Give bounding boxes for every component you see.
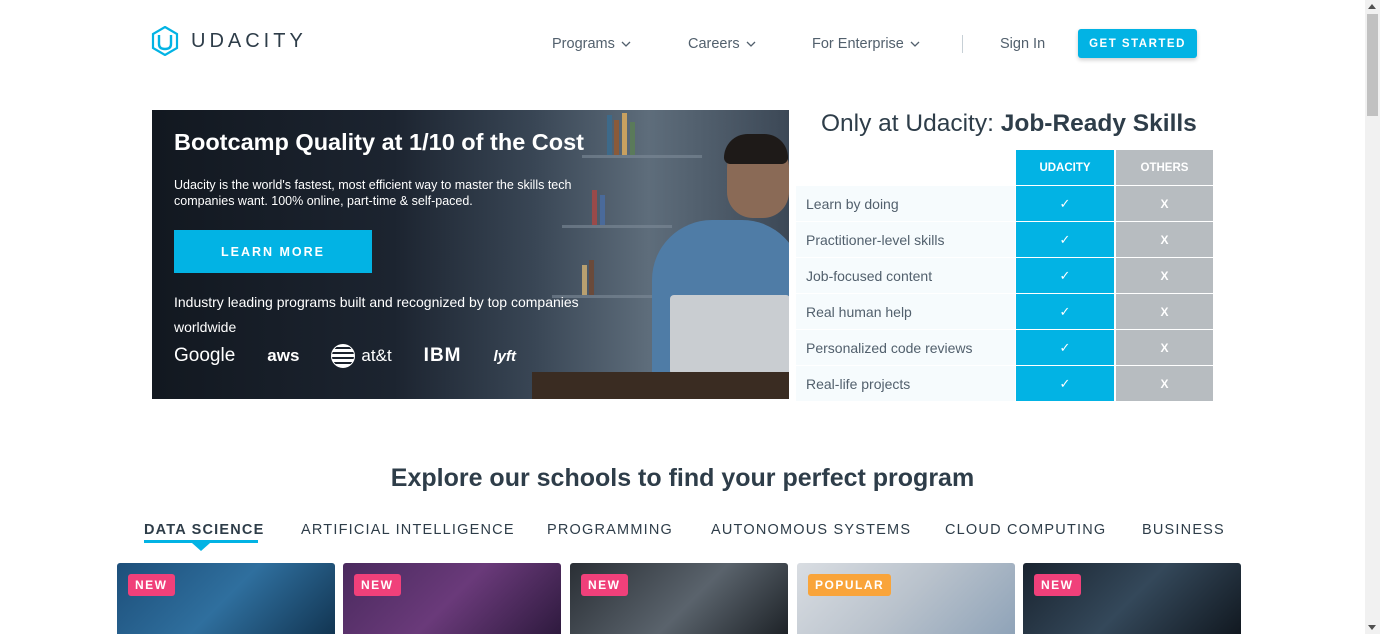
bookshelf xyxy=(562,225,672,228)
program-card[interactable]: POPULAR xyxy=(797,563,1015,634)
tab-business[interactable]: BUSINESS xyxy=(1142,522,1225,538)
comparison-row: Job-focused content ✓ X xyxy=(796,258,1213,294)
comparison-title: Only at Udacity: Job-Ready Skills xyxy=(821,110,1197,138)
tab-programming[interactable]: PROGRAMMING xyxy=(547,522,673,538)
comparison-row-label: Job-focused content xyxy=(796,258,1015,293)
att-logo: at&t xyxy=(331,344,392,368)
tab-cloud-computing[interactable]: CLOUD COMPUTING xyxy=(945,522,1106,538)
hero-banner: Bootcamp Quality at 1/10 of the Cost Uda… xyxy=(152,110,789,399)
comparison-row-label: Real human help xyxy=(796,294,1015,329)
comparison-row: Learn by doing ✓ X xyxy=(796,186,1213,222)
chevron-down-icon xyxy=(621,41,631,47)
chevron-down-icon xyxy=(910,41,920,47)
x-icon: X xyxy=(1116,294,1213,329)
nav-careers-label: Careers xyxy=(688,36,740,52)
person-hair xyxy=(724,134,788,164)
ibm-logo: IBM xyxy=(423,345,462,366)
nav-programs-label: Programs xyxy=(552,36,615,52)
hero-tagline: Industry leading programs built and reco… xyxy=(174,294,579,335)
att-globe-icon xyxy=(331,344,356,368)
scroll-down-arrow-icon[interactable] xyxy=(1368,625,1376,630)
partner-logos: Google aws at&t IBM lyft xyxy=(174,344,548,368)
comparison-row: Real-life projects ✓ X xyxy=(796,366,1213,402)
x-icon: X xyxy=(1116,222,1213,257)
checkmark-icon: ✓ xyxy=(1016,330,1114,365)
explore-title: Explore our schools to find your perfect… xyxy=(390,464,975,492)
nav-careers[interactable]: Careers xyxy=(688,35,756,53)
udacity-logo-icon xyxy=(151,26,179,56)
get-started-button[interactable]: GET STARTED xyxy=(1078,29,1197,58)
comparison-row: Personalized code reviews ✓ X xyxy=(796,330,1213,366)
nav-for-enterprise-label: For Enterprise xyxy=(812,36,904,52)
comparison-row-label: Real-life projects xyxy=(796,366,1015,401)
x-icon: X xyxy=(1116,186,1213,221)
aws-logo: aws xyxy=(267,346,300,365)
vertical-scrollbar[interactable] xyxy=(1365,0,1380,634)
nav-programs[interactable]: Programs xyxy=(552,35,631,53)
active-tab-caret-icon xyxy=(192,543,210,551)
x-icon: X xyxy=(1116,330,1213,365)
column-header-others: OTHERS xyxy=(1116,150,1213,185)
column-header-udacity: UDACITY xyxy=(1016,150,1114,185)
checkmark-icon: ✓ xyxy=(1016,186,1114,221)
checkmark-icon: ✓ xyxy=(1016,294,1114,329)
checkmark-icon: ✓ xyxy=(1016,366,1114,401)
learn-more-button[interactable]: LEARN MORE xyxy=(174,230,372,273)
nav-for-enterprise[interactable]: For Enterprise xyxy=(812,35,920,53)
program-card[interactable]: NEW xyxy=(117,563,335,634)
badge-new: NEW xyxy=(581,574,628,596)
book xyxy=(630,122,635,155)
x-icon: X xyxy=(1116,366,1213,401)
comparison-row: Practitioner-level skills ✓ X xyxy=(796,222,1213,258)
scroll-up-arrow-icon[interactable] xyxy=(1368,4,1376,9)
logo-text: UDACITY xyxy=(191,29,307,52)
lyft-logo: lyft xyxy=(493,347,517,365)
badge-new: NEW xyxy=(354,574,401,596)
hero-title: Bootcamp Quality at 1/10 of the Cost xyxy=(174,129,585,155)
udacity-logo[interactable]: UDACITY xyxy=(151,26,307,56)
tab-data-science[interactable]: DATA SCIENCE xyxy=(144,522,264,538)
sign-in-link[interactable]: Sign In xyxy=(1000,35,1045,53)
checkmark-icon: ✓ xyxy=(1016,258,1114,293)
program-card[interactable]: NEW xyxy=(1023,563,1241,634)
book xyxy=(622,113,627,155)
book xyxy=(614,120,619,155)
badge-new: NEW xyxy=(128,574,175,596)
comparison-title-bold: Job-Ready Skills xyxy=(1000,110,1197,137)
comparison-row-label: Personalized code reviews xyxy=(796,330,1015,365)
comparison-header-row: UDACITY OTHERS xyxy=(796,150,1213,186)
google-logo: Google xyxy=(174,345,236,366)
comparison-row-label: Practitioner-level skills xyxy=(796,222,1015,257)
desk xyxy=(532,372,789,399)
laptop xyxy=(670,295,789,375)
book xyxy=(607,115,612,155)
badge-new: NEW xyxy=(1034,574,1081,596)
comparison-row: Real human help ✓ X xyxy=(796,294,1213,330)
checkmark-icon: ✓ xyxy=(1016,222,1114,257)
chevron-down-icon xyxy=(746,41,756,47)
badge-popular: POPULAR xyxy=(808,574,892,596)
x-icon: X xyxy=(1116,258,1213,293)
hero-subtitle: Udacity is the world's fastest, most eff… xyxy=(174,178,572,208)
comparison-title-prefix: Only at Udacity: xyxy=(821,110,1001,137)
tab-artificial-intelligence[interactable]: ARTIFICIAL INTELLIGENCE xyxy=(301,522,515,538)
nav-divider xyxy=(962,35,963,53)
comparison-row-label: Learn by doing xyxy=(796,186,1015,221)
att-logo-text: at&t xyxy=(361,346,392,365)
bookshelf xyxy=(582,155,702,158)
program-card[interactable]: NEW xyxy=(570,563,788,634)
scrollbar-thumb[interactable] xyxy=(1367,14,1378,116)
tab-autonomous-systems[interactable]: AUTONOMOUS SYSTEMS xyxy=(711,522,911,538)
program-card[interactable]: NEW xyxy=(343,563,561,634)
